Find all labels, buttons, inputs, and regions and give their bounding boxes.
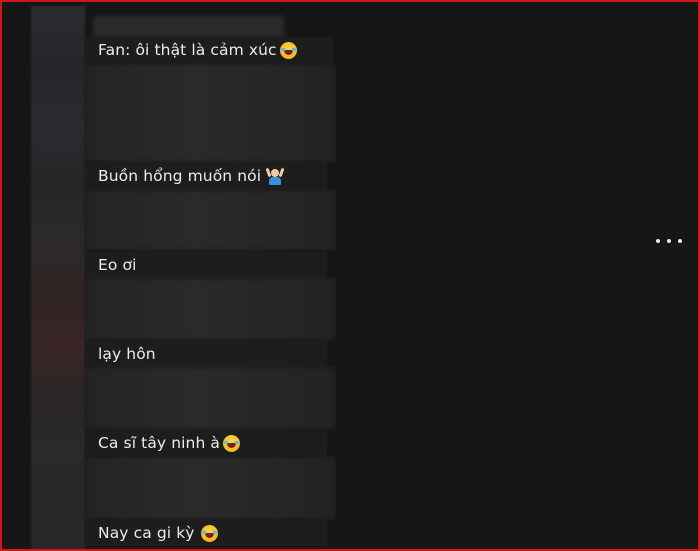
blurred-comment-block bbox=[85, 64, 335, 162]
comment-text: lạy hôn bbox=[98, 345, 156, 363]
laughing-face-icon bbox=[279, 41, 297, 59]
comment-text: Ca sĩ tây ninh à bbox=[98, 434, 221, 452]
comment-item[interactable]: Eo ơi bbox=[85, 252, 327, 278]
blurred-username bbox=[93, 16, 284, 38]
more-dot bbox=[667, 239, 671, 243]
blurred-avatar-column bbox=[31, 6, 85, 549]
comment-text: Nay ca gi kỳ bbox=[98, 524, 195, 542]
comment-text: Fan: ôi thật là cảm xúc bbox=[98, 41, 277, 59]
more-dot bbox=[678, 239, 682, 243]
blurred-comment-block bbox=[85, 278, 335, 340]
blurred-comment-block bbox=[85, 367, 335, 429]
more-horizontal-icon bbox=[656, 239, 660, 243]
laughing-face-icon bbox=[223, 434, 241, 452]
person-raising-hands-icon bbox=[265, 167, 285, 185]
laughing-face-icon bbox=[200, 524, 218, 542]
blurred-comment-block bbox=[85, 190, 335, 250]
comment-item[interactable]: Fan: ôi thật là cảm xúc bbox=[85, 37, 333, 63]
comment-text: Buồn hổng muốn nói bbox=[98, 167, 262, 185]
comment-item[interactable]: Buồn hổng muốn nói bbox=[85, 163, 327, 189]
comment-text: Eo ơi bbox=[98, 256, 137, 274]
blurred-comment-block bbox=[85, 457, 335, 519]
more-options-button[interactable] bbox=[656, 234, 682, 248]
comment-item[interactable]: Nay ca gi kỳ bbox=[85, 520, 327, 546]
comment-item[interactable]: Ca sĩ tây ninh à bbox=[85, 430, 327, 456]
screenshot-frame: Fan: ôi thật là cảm xúc Buồn hổng muốn n… bbox=[0, 0, 700, 551]
comment-item[interactable]: lạy hôn bbox=[85, 341, 327, 367]
